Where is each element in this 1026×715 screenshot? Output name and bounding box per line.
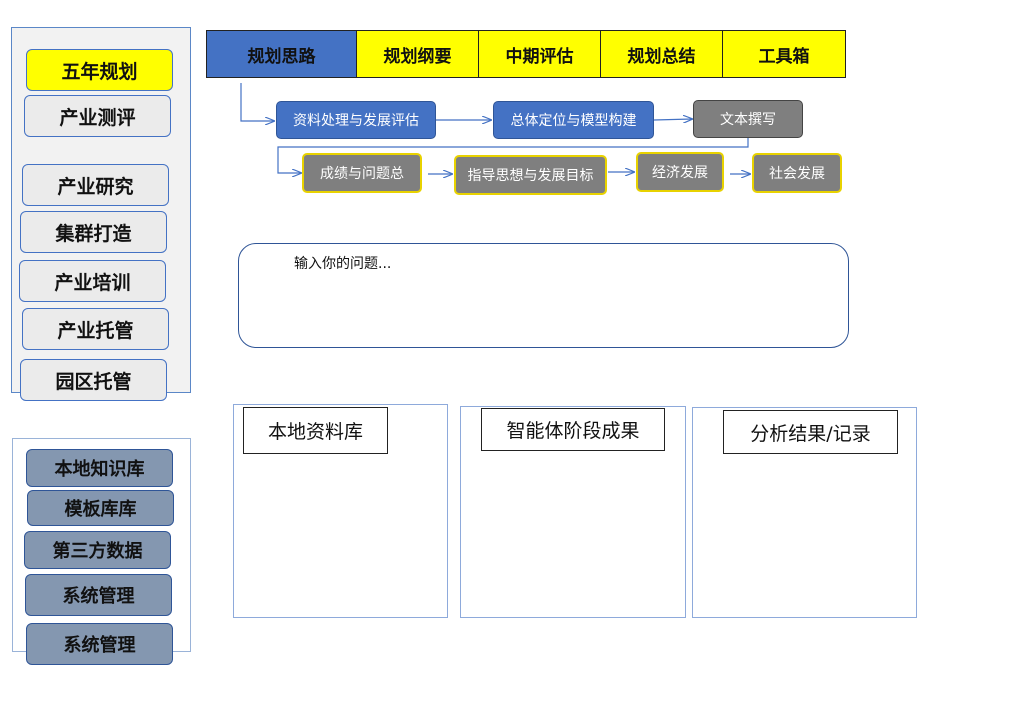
- menu-industry-assessment[interactable]: 产业测评: [24, 95, 171, 137]
- tab-planning-outline[interactable]: 规划纲要: [356, 30, 479, 78]
- panel-agent-results-label: 智能体阶段成果: [481, 408, 665, 451]
- menu-industry-training[interactable]: 产业培训: [19, 260, 166, 302]
- step-economic-development[interactable]: 经济发展: [636, 152, 724, 192]
- tab-toolbox[interactable]: 工具箱: [722, 30, 846, 78]
- menu-industry-hosting[interactable]: 产业托管: [22, 308, 169, 350]
- arrow-tab-to-step1: [240, 83, 274, 121]
- step-social-development[interactable]: 社会发展: [752, 153, 842, 193]
- menu-template-library[interactable]: 模板库库: [27, 490, 174, 526]
- step-guiding-goals[interactable]: 指导思想与发展目标: [454, 155, 607, 195]
- menu-third-party-data[interactable]: 第三方数据: [24, 531, 171, 569]
- menu-industry-research[interactable]: 产业研究: [22, 164, 169, 206]
- step-positioning-modeling[interactable]: 总体定位与模型构建: [493, 101, 654, 139]
- tab-planning-ideas[interactable]: 规划思路: [206, 30, 357, 78]
- menu-cluster-building[interactable]: 集群打造: [20, 211, 167, 253]
- step-text-writing[interactable]: 文本撰写: [693, 100, 803, 138]
- step-achievements-problems[interactable]: 成绩与问题总: [302, 153, 422, 193]
- menu-park-hosting[interactable]: 园区托管: [20, 359, 167, 401]
- arrow-step2-to-step3: [653, 119, 692, 120]
- tab-midterm-evaluation[interactable]: 中期评估: [478, 30, 601, 78]
- menu-five-year-plan[interactable]: 五年规划: [26, 49, 173, 91]
- panel-analysis-records-label: 分析结果/记录: [723, 410, 898, 454]
- menu-system-management-2[interactable]: 系统管理: [26, 623, 173, 665]
- menu-local-knowledge-base[interactable]: 本地知识库: [26, 449, 173, 487]
- panel-local-library-label: 本地资料库: [243, 407, 388, 454]
- step-data-processing[interactable]: 资料处理与发展评估: [276, 101, 436, 139]
- question-box[interactable]: 输入你的问题...: [238, 243, 849, 348]
- menu-system-management[interactable]: 系统管理: [25, 574, 172, 616]
- question-placeholder: 输入你的问题...: [294, 256, 392, 272]
- tab-planning-summary[interactable]: 规划总结: [600, 30, 723, 78]
